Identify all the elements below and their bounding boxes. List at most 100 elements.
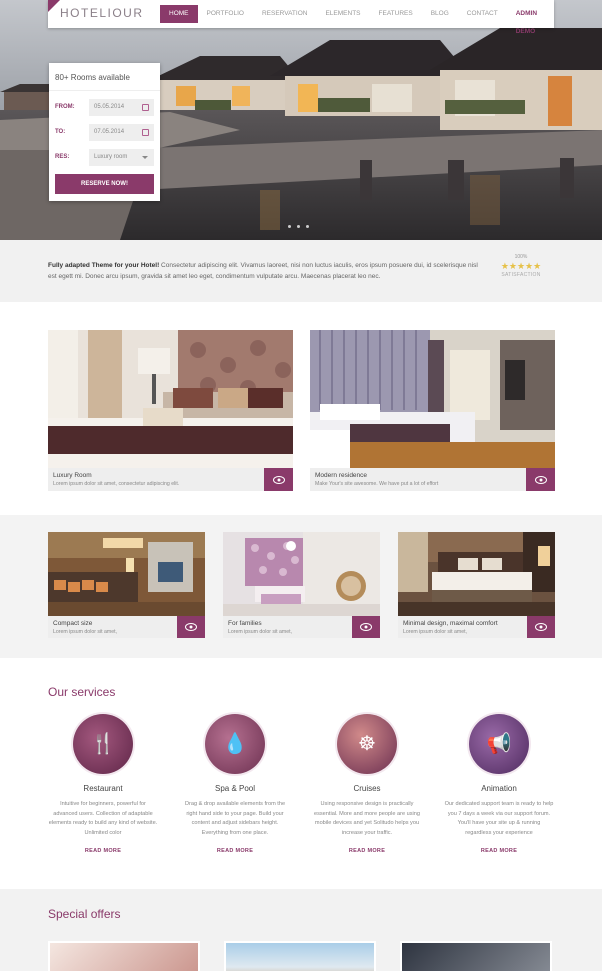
room-type-value: Luxury room xyxy=(94,154,128,160)
to-label: TO: xyxy=(55,129,66,135)
room-card-minimal[interactable]: Minimal design, maximal comfort Lorem ip… xyxy=(398,532,555,638)
room-title: Luxury Room xyxy=(53,472,92,479)
cutlery-icon: 🍴 xyxy=(90,733,116,755)
water-drop-icon: 💧 xyxy=(222,733,248,755)
main-menu: HOME PORTFOLIO RESERVATION ELEMENTS FEAT… xyxy=(160,5,554,35)
read-more-link[interactable]: READ MORE xyxy=(434,848,564,854)
service-spa: 💧 Spa & Pool Drag & drop available eleme… xyxy=(170,714,300,854)
service-description: Drag & drop available elements from the … xyxy=(184,801,286,836)
reserve-now-button[interactable]: RESERVE NOW! xyxy=(55,174,154,194)
room-photo xyxy=(398,532,555,616)
intro-text: Fully adapted Theme for your Hotel! Cons… xyxy=(48,260,488,282)
room-title: For families xyxy=(228,620,262,627)
from-row: FROM: 05.05.2014 xyxy=(55,99,155,117)
more-rooms-section: Compact size Lorem ipsum dolor sit amet, xyxy=(0,515,602,658)
intro-headline: Fully adapted Theme for your Hotel! xyxy=(48,262,160,269)
read-more-link[interactable]: READ MORE xyxy=(170,848,300,854)
service-description: Intuitive for beginners, powerful for ad… xyxy=(48,801,158,836)
room-card-compact[interactable]: Compact size Lorem ipsum dolor sit amet, xyxy=(48,532,205,638)
room-title: Compact size xyxy=(53,620,93,627)
service-restaurant: 🍴 Restaurant Intuitive for beginners, po… xyxy=(38,714,168,854)
view-eye-icon[interactable] xyxy=(526,468,555,491)
nav-item-admin-demo[interactable]: ADMIN DEMO xyxy=(507,5,554,35)
room-caption: For families Lorem ipsum dolor sit amet, xyxy=(223,616,352,638)
nav-corner-accent xyxy=(48,0,60,12)
service-name: Animation xyxy=(481,784,517,793)
offer-card[interactable] xyxy=(224,941,376,971)
from-label: FROM: xyxy=(55,104,75,110)
read-more-link[interactable]: READ MORE xyxy=(38,848,168,854)
from-date-input[interactable]: 05.05.2014 xyxy=(89,99,154,116)
room-description: Lorem ipsum dolor sit amet, consectetur … xyxy=(53,481,180,487)
nav-item-features[interactable]: FEATURES xyxy=(370,5,422,23)
service-animation: 📢 Animation Our dedicated support team i… xyxy=(434,714,564,854)
nav-item-contact[interactable]: CONTACT xyxy=(458,5,507,23)
offer-card[interactable] xyxy=(48,941,200,971)
booking-title: 80+ Rooms available xyxy=(49,63,160,91)
slider-dot[interactable] xyxy=(306,225,309,228)
hero-slider: HOTELIOUR HOME PORTFOLIO RESERVATION ELE… xyxy=(0,0,602,240)
top-navigation: HOTELIOUR HOME PORTFOLIO RESERVATION ELE… xyxy=(48,0,554,35)
nav-item-home[interactable]: HOME xyxy=(160,5,198,23)
view-eye-icon[interactable] xyxy=(177,616,205,638)
room-description: Lorem ipsum dolor sit amet, xyxy=(228,629,293,635)
room-card-luxury[interactable]: Luxury Room Lorem ipsum dolor sit amet, … xyxy=(48,330,293,491)
view-eye-icon[interactable] xyxy=(352,616,380,638)
service-image[interactable]: 🍴 xyxy=(73,714,133,774)
offer-photo xyxy=(50,943,198,971)
from-date-value: 05.05.2014 xyxy=(94,104,125,110)
room-photo xyxy=(48,532,205,616)
room-description: Make Your's site awesome. We have put a … xyxy=(315,481,439,487)
page: HOTELIOUR HOME PORTFOLIO RESERVATION ELE… xyxy=(0,0,602,971)
room-type-select[interactable]: Luxury room xyxy=(89,149,154,166)
to-row: TO: 07.05.2014 xyxy=(55,124,155,142)
room-card-families[interactable]: For families Lorem ipsum dolor sit amet, xyxy=(223,532,380,638)
services-title: Our services xyxy=(48,685,116,699)
ship-wheel-icon: ☸ xyxy=(358,733,376,755)
nav-item-reservation[interactable]: RESERVATION xyxy=(253,5,317,23)
special-offers-section: Special offers xyxy=(0,889,602,971)
service-description: Using responsive design is practically e… xyxy=(313,801,421,836)
featured-rooms-section: Luxury Room Lorem ipsum dolor sit amet, … xyxy=(0,302,602,515)
room-photo xyxy=(48,330,293,468)
star-icons: ★★★★★ xyxy=(500,261,542,271)
intro-strip: Fully adapted Theme for your Hotel! Cons… xyxy=(0,240,602,302)
offer-card[interactable] xyxy=(400,941,552,971)
room-title: Modern residence xyxy=(315,472,368,479)
service-image[interactable]: 💧 xyxy=(205,714,265,774)
services-section: Our services 🍴 Restaurant Intuitive for … xyxy=(0,658,602,889)
offer-photo xyxy=(226,943,374,971)
service-description: Our dedicated support team is ready to h… xyxy=(444,801,554,836)
service-image[interactable]: 📢 xyxy=(469,714,529,774)
offer-photo xyxy=(402,943,550,971)
satisfaction-rating: 100% ★★★★★ SATISFACTION xyxy=(498,254,544,278)
room-caption: Minimal design, maximal comfort Lorem ip… xyxy=(398,616,527,638)
site-logo[interactable]: HOTELIOUR xyxy=(60,6,144,20)
nav-item-blog[interactable]: BLOG xyxy=(422,5,458,23)
service-name: Spa & Pool xyxy=(214,784,256,793)
room-caption: Luxury Room Lorem ipsum dolor sit amet, … xyxy=(48,468,264,491)
room-photo xyxy=(223,532,380,616)
to-date-input[interactable]: 07.05.2014 xyxy=(89,124,154,141)
to-date-value: 07.05.2014 xyxy=(94,129,125,135)
res-row: RES: Luxury room xyxy=(55,149,155,167)
rating-label: SATISFACTION xyxy=(501,272,541,278)
slider-dot[interactable] xyxy=(288,225,291,228)
view-eye-icon[interactable] xyxy=(527,616,555,638)
read-more-link[interactable]: READ MORE xyxy=(302,848,432,854)
slider-dot[interactable] xyxy=(297,225,300,228)
nav-item-portfolio[interactable]: PORTFOLIO xyxy=(198,5,253,23)
nav-item-elements[interactable]: ELEMENTS xyxy=(316,5,369,23)
booking-widget: 80+ Rooms available FROM: 05.05.2014 TO:… xyxy=(49,63,160,201)
calendar-icon[interactable] xyxy=(142,129,149,136)
room-title: Minimal design, maximal comfort xyxy=(403,620,498,627)
service-image[interactable]: ☸ xyxy=(337,714,397,774)
room-caption: Modern residence Make Your's site awesom… xyxy=(310,468,526,491)
room-caption: Compact size Lorem ipsum dolor sit amet, xyxy=(48,616,177,638)
calendar-icon[interactable] xyxy=(142,104,149,111)
megaphone-icon: 📢 xyxy=(486,733,512,755)
service-cruises: ☸ Cruises Using responsive design is pra… xyxy=(302,714,432,854)
room-card-modern[interactable]: Modern residence Make Your's site awesom… xyxy=(310,330,555,491)
room-photo xyxy=(310,330,555,468)
view-eye-icon[interactable] xyxy=(264,468,293,491)
